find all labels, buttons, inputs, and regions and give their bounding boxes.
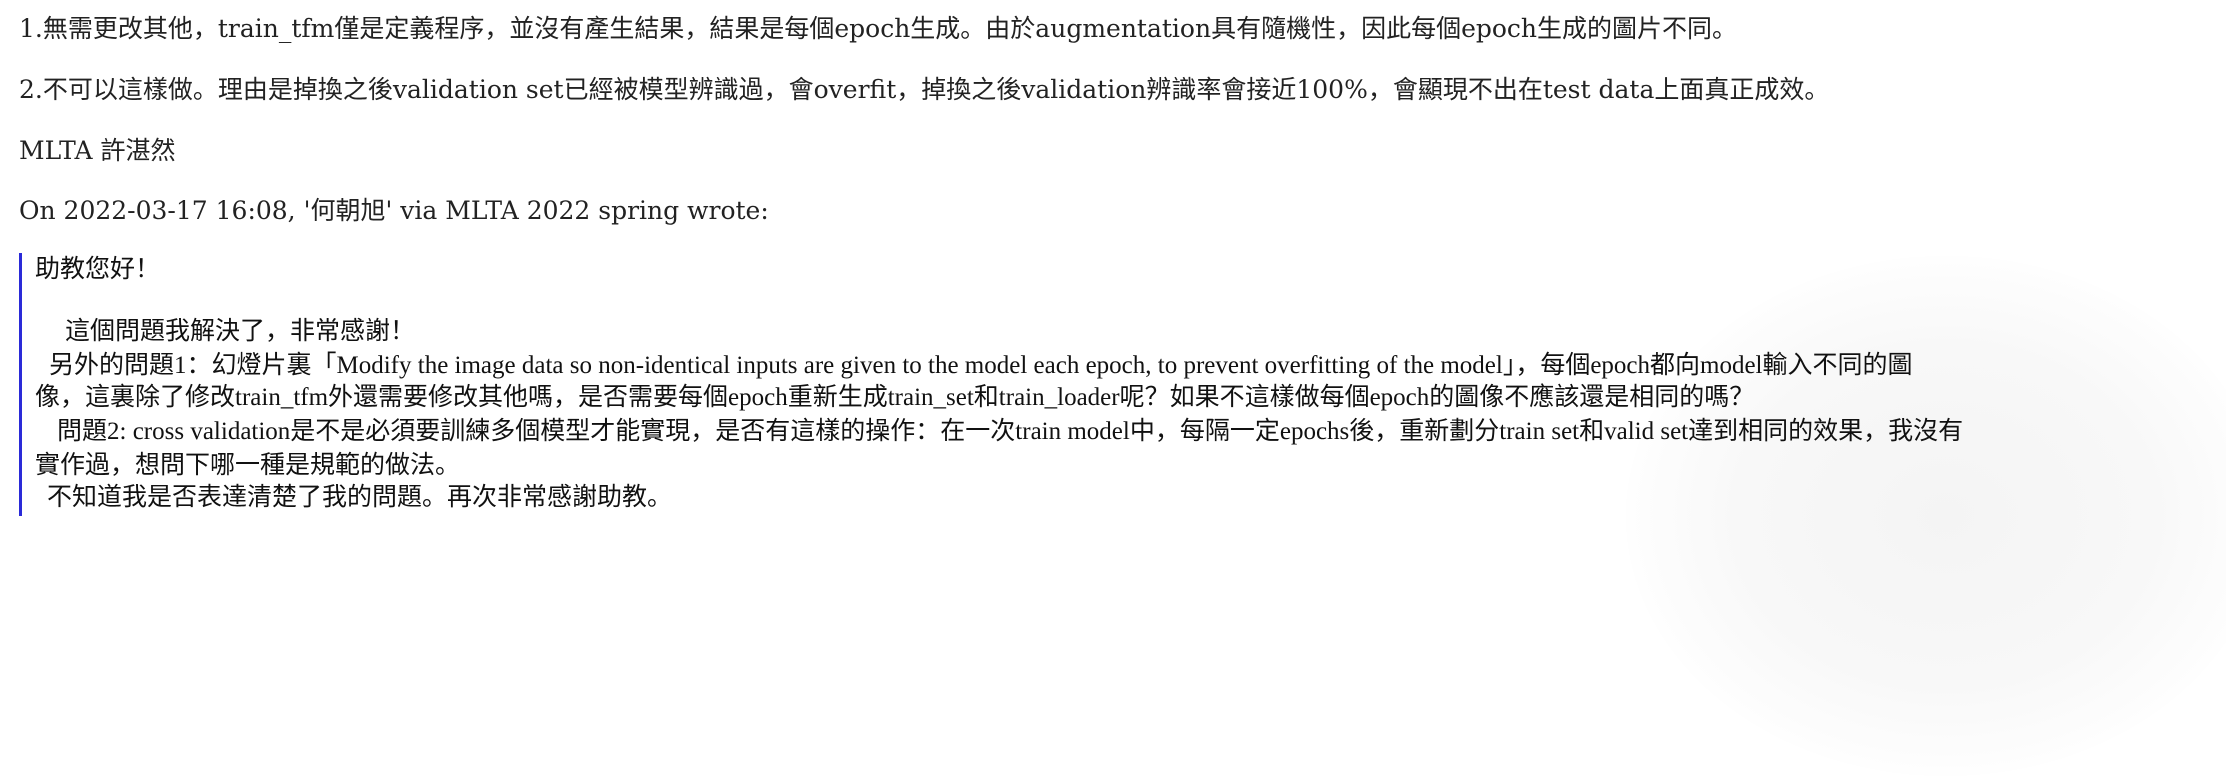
quoted-greeting: 助教您好！: [35, 256, 161, 283]
quoted-question-1-line-2: 像，這裏除了修改train_tfm外還需要修改其他嗎，是否需要每個epoch重新…: [35, 384, 1755, 411]
quoted-closing: 不知道我是否表達清楚了我的問題。再次非常感謝助教。: [47, 484, 673, 511]
quoted-message: 助教您好！ 這個問題我解決了，非常感謝！ 另外的問題1：幻燈片裏「Modify …: [19, 253, 2205, 516]
reply-answer-2: 2.不可以這樣做。理由是掉換之後validation set已經被模型辨識過，會…: [19, 75, 1830, 104]
reply-signature: MLTA 許湛然: [19, 136, 176, 165]
quoted-question-2-line-1: 問題2: cross validation是不是必須要訓練多個模型才能實現，是否…: [57, 418, 1964, 445]
reply-answer-1: 1.無需更改其他，train_tfm僅是定義程序，並沒有產生結果，結果是每個ep…: [19, 14, 1738, 43]
quoted-question-2-line-2: 實作過，想問下哪一種是規範的做法。: [35, 452, 461, 479]
quoted-thanks: 這個問題我解決了，非常感謝！: [65, 318, 416, 345]
quoted-question-1-line-1: 另外的問題1：幻燈片裏「Modify the image data so non…: [49, 352, 1913, 379]
quote-attribution: On 2022-03-17 16:08, '何朝旭' via MLTA 2022…: [19, 196, 769, 225]
